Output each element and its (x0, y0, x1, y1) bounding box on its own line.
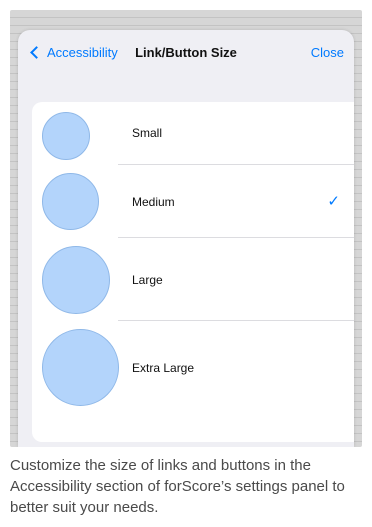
close-button[interactable]: Close (311, 45, 344, 60)
option-label: Extra Large (132, 361, 195, 375)
chevron-left-icon (30, 46, 43, 59)
sheet-music-background: Accessibility Link/Button Size Close Sma… (10, 10, 362, 447)
option-label: Medium (132, 195, 175, 209)
option-small[interactable]: Small (32, 102, 354, 164)
back-button-label: Accessibility (47, 45, 118, 60)
navigation-bar: Accessibility Link/Button Size Close (18, 30, 354, 78)
size-options-list: Small Medium ✓ Large Extra Large (32, 102, 354, 442)
size-preview-circle (42, 246, 110, 314)
caption-text: Customize the size of links and buttons … (10, 457, 345, 516)
size-preview-circle (42, 112, 90, 160)
option-extra-large[interactable]: Extra Large (32, 321, 354, 442)
settings-popover: Accessibility Link/Button Size Close Sma… (18, 30, 354, 447)
option-label: Small (132, 126, 163, 140)
checkmark-icon: ✓ (327, 193, 340, 210)
size-preview-circle (42, 173, 99, 230)
option-medium[interactable]: Medium ✓ (32, 165, 354, 237)
back-button[interactable]: Accessibility (30, 45, 118, 60)
option-large[interactable]: Large (32, 238, 354, 320)
option-label: Large (132, 273, 163, 287)
size-preview-circle (42, 329, 119, 406)
